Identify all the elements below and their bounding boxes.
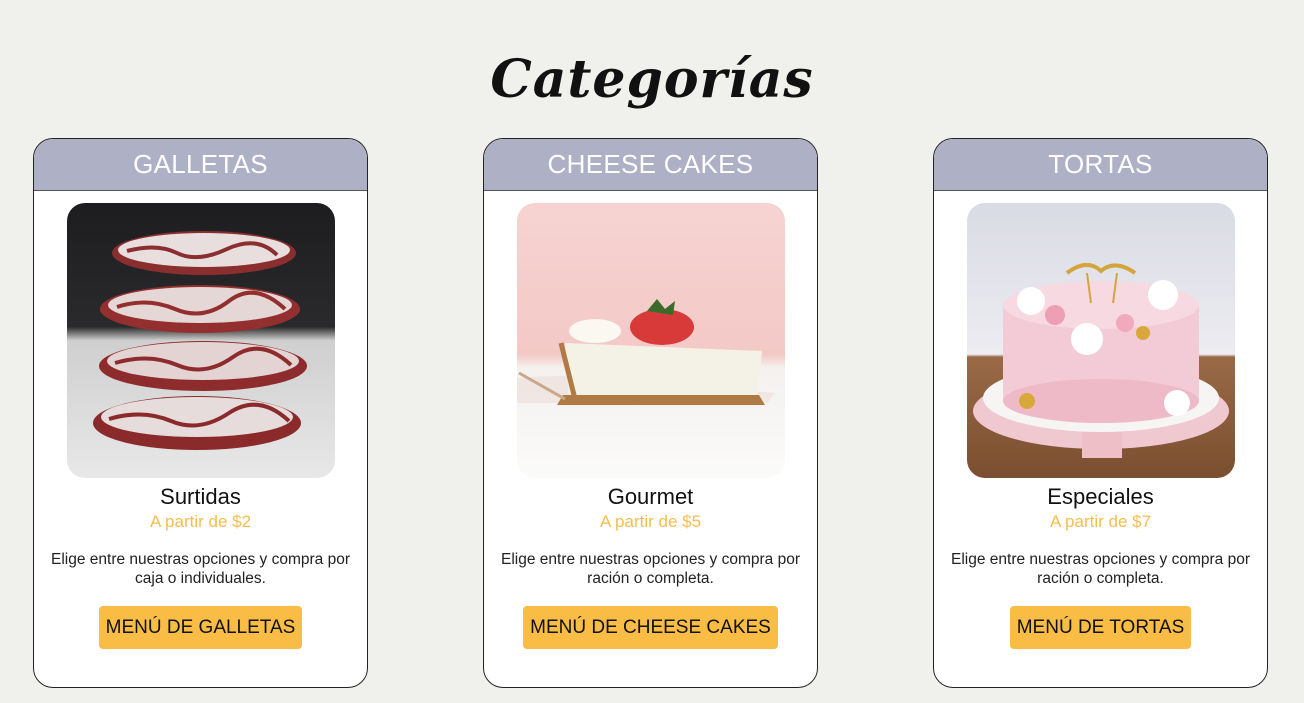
menu-tortas-button[interactable]: MENÚ DE TORTAS: [1009, 606, 1192, 649]
card-header: TORTAS: [934, 139, 1267, 191]
card-price: A partir de $7: [1049, 512, 1152, 531]
menu-cheese-cakes-button[interactable]: MENÚ DE CHEESE CAKES: [523, 606, 778, 649]
card-header: CHEESE CAKES: [484, 139, 817, 191]
card-description: Elige entre nuestras opciones y compra p…: [51, 551, 350, 587]
card-name: Gourmet: [607, 484, 694, 509]
cookies-illustration: [66, 203, 335, 478]
cake-illustration: [966, 203, 1235, 478]
cake-image: [966, 203, 1235, 478]
cheesecake-image: [516, 203, 785, 478]
card-name: Especiales: [1047, 484, 1154, 509]
card-header: GALLETAS: [34, 139, 367, 191]
card-name: Surtidas: [160, 484, 241, 509]
card-description: Elige entre nuestras opciones y compra p…: [501, 551, 800, 587]
category-card-galletas: GALLETAS Surtidas A partir de $2 Elige e…: [33, 138, 368, 688]
card-price: A partir de $5: [599, 512, 702, 531]
card-description: Elige entre nuestras opciones y compra p…: [951, 551, 1250, 587]
cookies-image: [66, 203, 335, 478]
category-card-cheese-cakes: CHEESE CAKES Gourmet A partir de $5 Elig…: [483, 138, 818, 688]
card-price: A partir de $2: [149, 512, 252, 531]
menu-galletas-button[interactable]: MENÚ DE GALLETAS: [98, 606, 303, 649]
category-cards: GALLETAS Surtidas A partir de $2 Elige e…: [0, 138, 1304, 690]
page-title: Categorías: [490, 48, 814, 110]
category-card-tortas: TORTAS Especiales A partir de $7 Elige e…: [933, 138, 1268, 688]
cheesecake-illustration: [516, 203, 785, 478]
